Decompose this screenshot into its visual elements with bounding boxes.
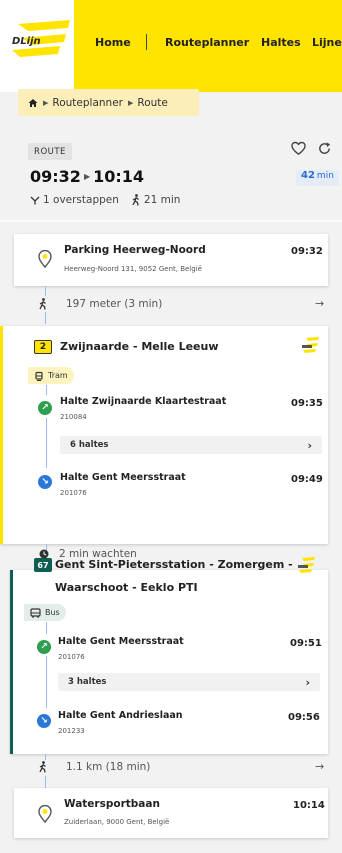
timeline-connector bbox=[45, 312, 46, 324]
bus-icon bbox=[30, 607, 41, 618]
leg-2-line-name-2[interactable]: Waarschoot - Eeklo PTI bbox=[55, 579, 198, 597]
timeline-connector bbox=[46, 418, 47, 468]
stops-count: 3 haltes bbox=[68, 677, 107, 687]
route-times: 09:32 ▶ 10:14 bbox=[30, 167, 144, 186]
tram-leg-card bbox=[0, 326, 328, 544]
breadcrumb-separator-icon: ▶ bbox=[127, 98, 134, 107]
start-address: Heerweg-Noord 131, 9052 Gent, België bbox=[64, 265, 202, 273]
walk-2-text: 1.1 km (18 min) bbox=[66, 761, 151, 773]
de-lijn-logo[interactable]: DLijn bbox=[8, 20, 72, 60]
tram-icon bbox=[35, 371, 43, 381]
board-stop-code: 201076 bbox=[58, 653, 85, 661]
alight-stop-icon: ↘ bbox=[37, 714, 51, 728]
nav-haltes[interactable]: Haltes bbox=[261, 36, 301, 49]
line-number-badge: 67 bbox=[34, 558, 52, 572]
timeline-connector bbox=[46, 622, 47, 634]
board-stop-name[interactable]: Halte Zwijnaarde Klaartestraat bbox=[60, 396, 226, 407]
end-location-card[interactable] bbox=[14, 788, 328, 838]
end-name: Watersportbaan bbox=[64, 798, 160, 810]
departure-time: 09:32 bbox=[30, 167, 81, 186]
intermediate-stops-toggle[interactable]: 3 haltes › bbox=[58, 673, 320, 691]
alight-stop-code: 201233 bbox=[58, 727, 85, 735]
alight-stop-icon: ↘ bbox=[38, 475, 52, 489]
logo-lettering: DLijn bbox=[12, 36, 41, 47]
leg-2-line-name-1[interactable]: Gent Sint-Pietersstation - Zomergem - bbox=[55, 556, 293, 574]
walk-icon bbox=[39, 298, 46, 310]
walk-segment-2: 1.1 km (18 min) bbox=[38, 761, 150, 773]
end-time: 10:14 bbox=[293, 800, 325, 811]
alight-time: 09:49 bbox=[291, 474, 323, 485]
board-time: 09:51 bbox=[290, 638, 322, 649]
alight-stop-name[interactable]: Halte Gent Andrieslaan bbox=[58, 710, 183, 721]
board-stop-icon: ↗ bbox=[37, 640, 51, 654]
transfers-text: 1 overstappen bbox=[43, 194, 119, 206]
alight-stop-code: 201076 bbox=[60, 489, 87, 497]
timeline-connector bbox=[45, 754, 46, 760]
leg-color-bar bbox=[10, 570, 13, 754]
home-icon[interactable] bbox=[28, 98, 38, 108]
mode-label: Bus bbox=[45, 608, 60, 617]
mode-chip-tram: Tram bbox=[28, 367, 74, 384]
start-time: 09:32 bbox=[291, 246, 323, 257]
start-location-card[interactable] bbox=[14, 234, 328, 286]
end-address: Zuiderlaan, 9000 Gent, België bbox=[64, 818, 170, 826]
breadcrumb-separator-icon: ▶ bbox=[43, 98, 49, 107]
walk-icon bbox=[39, 761, 46, 773]
mode-label: Tram bbox=[48, 371, 68, 380]
stops-count: 6 haltes bbox=[70, 440, 109, 450]
start-name: Parking Heerweg-Noord bbox=[64, 244, 206, 256]
timeline-connector bbox=[45, 286, 46, 296]
location-pin-icon bbox=[38, 250, 52, 268]
board-time: 09:35 bbox=[291, 398, 323, 409]
duration-value: 42 bbox=[301, 170, 315, 181]
walk-icon bbox=[132, 194, 139, 206]
chevron-right-icon: › bbox=[307, 438, 312, 452]
route-meta: 1 overstappen 21 min bbox=[30, 194, 180, 206]
heart-icon[interactable] bbox=[291, 141, 306, 156]
breadcrumb-routeplanner[interactable]: Routeplanner bbox=[52, 97, 123, 109]
time-arrow-icon: ▶ bbox=[83, 172, 91, 181]
timeline-connector bbox=[45, 776, 46, 788]
timeline-connector bbox=[46, 385, 47, 395]
alight-time: 09:56 bbox=[288, 712, 320, 723]
timeline-connector bbox=[46, 656, 47, 708]
walk-1-text: 197 meter (3 min) bbox=[66, 298, 163, 310]
location-pin-icon bbox=[38, 805, 52, 823]
de-lijn-small-logo-icon bbox=[298, 557, 315, 573]
refresh-icon[interactable] bbox=[317, 141, 332, 156]
chevron-right-icon: › bbox=[305, 675, 310, 689]
nav-lijnen[interactable]: Lijnen bbox=[312, 36, 342, 49]
de-lijn-small-logo-icon bbox=[302, 337, 319, 353]
divider bbox=[0, 220, 342, 222]
route-tag: ROUTE bbox=[28, 143, 72, 160]
nav-routeplanner[interactable]: Routeplanner bbox=[165, 36, 249, 49]
alight-stop-name[interactable]: Halte Gent Meersstraat bbox=[60, 472, 186, 483]
duration-unit: min bbox=[316, 171, 334, 181]
walk-time-text: 21 min bbox=[143, 194, 181, 206]
board-stop-code: 210084 bbox=[60, 413, 87, 421]
duration-badge: 42 min bbox=[296, 170, 339, 186]
arrow-right-icon[interactable]: → bbox=[315, 297, 324, 310]
intermediate-stops-toggle[interactable]: 6 haltes › bbox=[60, 436, 322, 454]
line-number-badge: 2 bbox=[34, 340, 52, 354]
arrival-time: 10:14 bbox=[93, 167, 145, 186]
board-stop-name[interactable]: Halte Gent Meersstraat bbox=[58, 636, 184, 647]
nav-home[interactable]: Home bbox=[95, 36, 131, 49]
transfer-icon bbox=[30, 196, 40, 205]
nav-separator bbox=[146, 34, 147, 50]
board-stop-icon: ↗ bbox=[38, 401, 52, 415]
walk-segment-1: 197 meter (3 min) bbox=[38, 298, 162, 310]
breadcrumb: ▶ Routeplanner ▶ Route bbox=[18, 89, 199, 116]
arrow-right-icon[interactable]: → bbox=[315, 760, 324, 773]
leg-color-bar bbox=[0, 326, 3, 544]
mode-chip-bus: Bus bbox=[24, 604, 66, 621]
breadcrumb-route: Route bbox=[137, 96, 168, 109]
leg-1-line-name[interactable]: Zwijnaarde - Melle Leeuw bbox=[60, 338, 219, 356]
